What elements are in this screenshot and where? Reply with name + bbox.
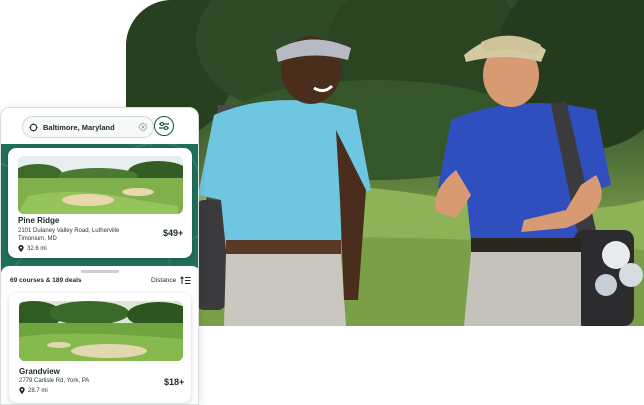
filter-button[interactable] (154, 116, 174, 136)
clear-icon[interactable] (139, 123, 147, 131)
sort-label[interactable]: Distance (151, 277, 176, 284)
location-search-input[interactable]: Baltimore, Maryland (22, 116, 154, 138)
course-price: $49+ (163, 228, 184, 238)
location-icon (29, 122, 38, 132)
course-distance: 28.7 mi (19, 387, 48, 394)
course-address: 2101 Dulaney Valley Road, Lutherville Ti… (18, 228, 120, 242)
course-card[interactable]: Grandview 2779 Carlisle Rd, York, PA 28.… (9, 293, 191, 403)
course-address: 2779 Carlisle Rd, York, PA (19, 378, 90, 384)
course-photo (18, 156, 183, 214)
course-distance: 32.6 mi (18, 245, 47, 252)
map-pin-icon (18, 245, 24, 252)
map-pin-icon (19, 387, 25, 394)
course-name: Pine Ridge (18, 216, 60, 225)
golfers-illustration (126, 0, 644, 326)
featured-course-info: Pine Ridge 2101 Dulaney Valley Road, Lut… (8, 210, 192, 258)
mobile-app-screen: Baltimore, Maryland Pine Ridge 2101 Dula… (0, 107, 199, 405)
course-name: Grandview (19, 367, 60, 376)
hero-photo (126, 0, 644, 326)
filter-icon (159, 121, 169, 131)
sheet-drag-handle[interactable] (81, 270, 119, 273)
results-summary: 69 courses & 189 deals (10, 277, 82, 284)
results-sheet: 69 courses & 189 deals Distance Grandvie (1, 266, 198, 404)
sort-icon[interactable] (180, 276, 191, 285)
course-price: $18+ (164, 377, 185, 387)
location-query: Baltimore, Maryland (43, 122, 115, 132)
course-photo (19, 301, 183, 361)
